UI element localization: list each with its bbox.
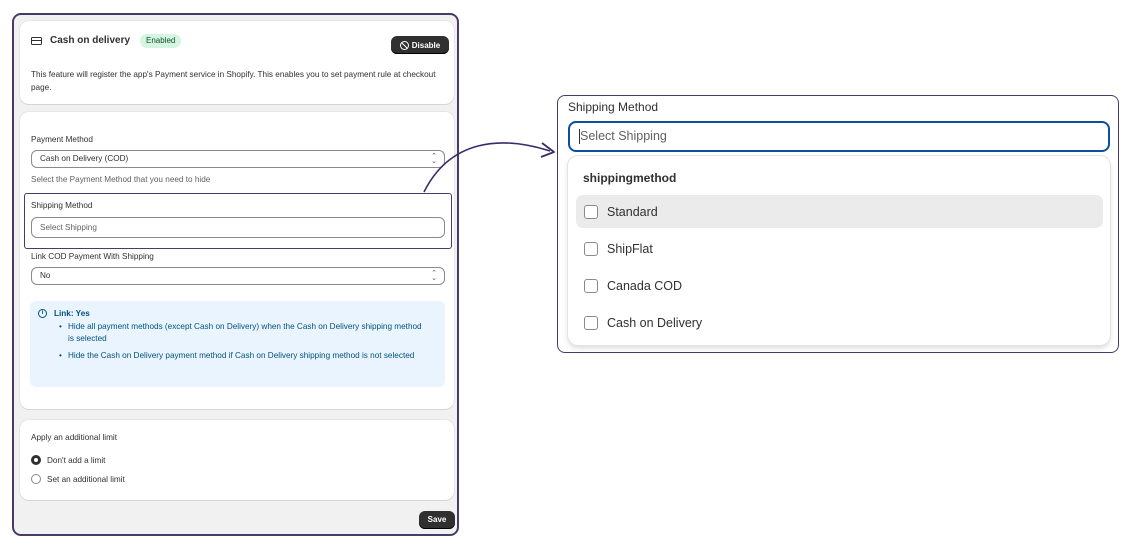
dropdown-option-shipflat[interactable]: ShipFlat: [576, 232, 1103, 265]
limit-label: Apply an additional limit: [31, 433, 118, 442]
shipping-zoom-panel: Shipping Method Select Shipping shipping…: [557, 95, 1119, 353]
payment-method-select[interactable]: Cash on Delivery (COD) ⌃ ⌄: [31, 150, 445, 168]
shipping-dropdown: shippingmethod Standard ShipFlat Canada …: [568, 156, 1110, 345]
payment-method-value: Cash on Delivery (COD): [40, 154, 129, 163]
dropdown-group-heading: shippingmethod: [583, 171, 677, 185]
cod-card-description: This feature will register the app's Pay…: [31, 70, 436, 92]
credit-card-icon: [31, 37, 42, 45]
info-banner-title: Link: Yes: [54, 309, 90, 318]
checkbox[interactable]: [584, 241, 598, 256]
link-cod-label: Link COD Payment With Shipping: [31, 252, 154, 261]
dropdown-option-standard[interactable]: Standard: [576, 195, 1103, 228]
info-banner: i Link: Yes Hide all payment methods (ex…: [30, 301, 445, 387]
cod-card-title: Cash on delivery: [50, 35, 131, 46]
option-label: Canada COD: [607, 278, 683, 293]
disable-button[interactable]: Disable: [391, 36, 449, 54]
connector-arrow: [423, 142, 555, 193]
settings-panel: Cash on delivery Enabled Disable This fe…: [12, 13, 459, 536]
info-icon: i: [38, 309, 47, 318]
disable-button-label: Disable: [411, 40, 441, 50]
checkbox[interactable]: [584, 278, 598, 293]
select-arrows-icon: ⌃ ⌄: [431, 270, 437, 282]
radio-additional-limit[interactable]: Set an additional limit: [31, 474, 125, 484]
cod-card: Cash on delivery Enabled Disable This fe…: [20, 21, 454, 104]
payment-method-label: Payment Method: [31, 135, 93, 144]
radio-button[interactable]: [31, 474, 41, 484]
payment-method-help: Select the Payment Method that you need …: [31, 175, 211, 184]
option-label: Standard: [607, 204, 658, 219]
shipping-method-label: Shipping Method: [31, 201, 93, 210]
limit-card: Apply an additional limit Don't add a li…: [20, 420, 454, 500]
option-label: ShipFlat: [607, 241, 653, 256]
shipping-method-input[interactable]: Select Shipping: [31, 217, 445, 238]
dropdown-option-canada-cod[interactable]: Canada COD: [576, 269, 1103, 302]
list-item: Hide all payment methods (except Cash on…: [59, 321, 428, 345]
checkbox[interactable]: [584, 315, 598, 330]
radio-no-limit[interactable]: Don't add a limit: [31, 455, 105, 465]
radio-label: Don't add a limit: [47, 455, 106, 465]
disable-icon: [399, 40, 409, 50]
radio-button[interactable]: [31, 455, 41, 465]
status-badge: Enabled: [140, 34, 182, 48]
link-cod-select[interactable]: No ⌃ ⌄: [31, 267, 445, 285]
link-cod-value: No: [40, 271, 51, 280]
payment-rule-card: Payment Method Cash on Delivery (COD) ⌃ ⌄…: [20, 112, 454, 409]
radio-label: Set an additional limit: [47, 474, 125, 484]
list-item: Hide the Cash on Delivery payment method…: [59, 350, 428, 362]
info-banner-list: Hide all payment methods (except Cash on…: [59, 321, 428, 367]
dropdown-option-cash-on-delivery[interactable]: Cash on Delivery: [576, 306, 1103, 339]
save-button[interactable]: Save: [419, 511, 455, 529]
option-label: Cash on Delivery: [607, 315, 703, 330]
checkbox[interactable]: [584, 204, 598, 219]
shipping-search-input[interactable]: Select Shipping: [568, 121, 1110, 152]
shipping-method-label: Shipping Method: [568, 100, 659, 114]
